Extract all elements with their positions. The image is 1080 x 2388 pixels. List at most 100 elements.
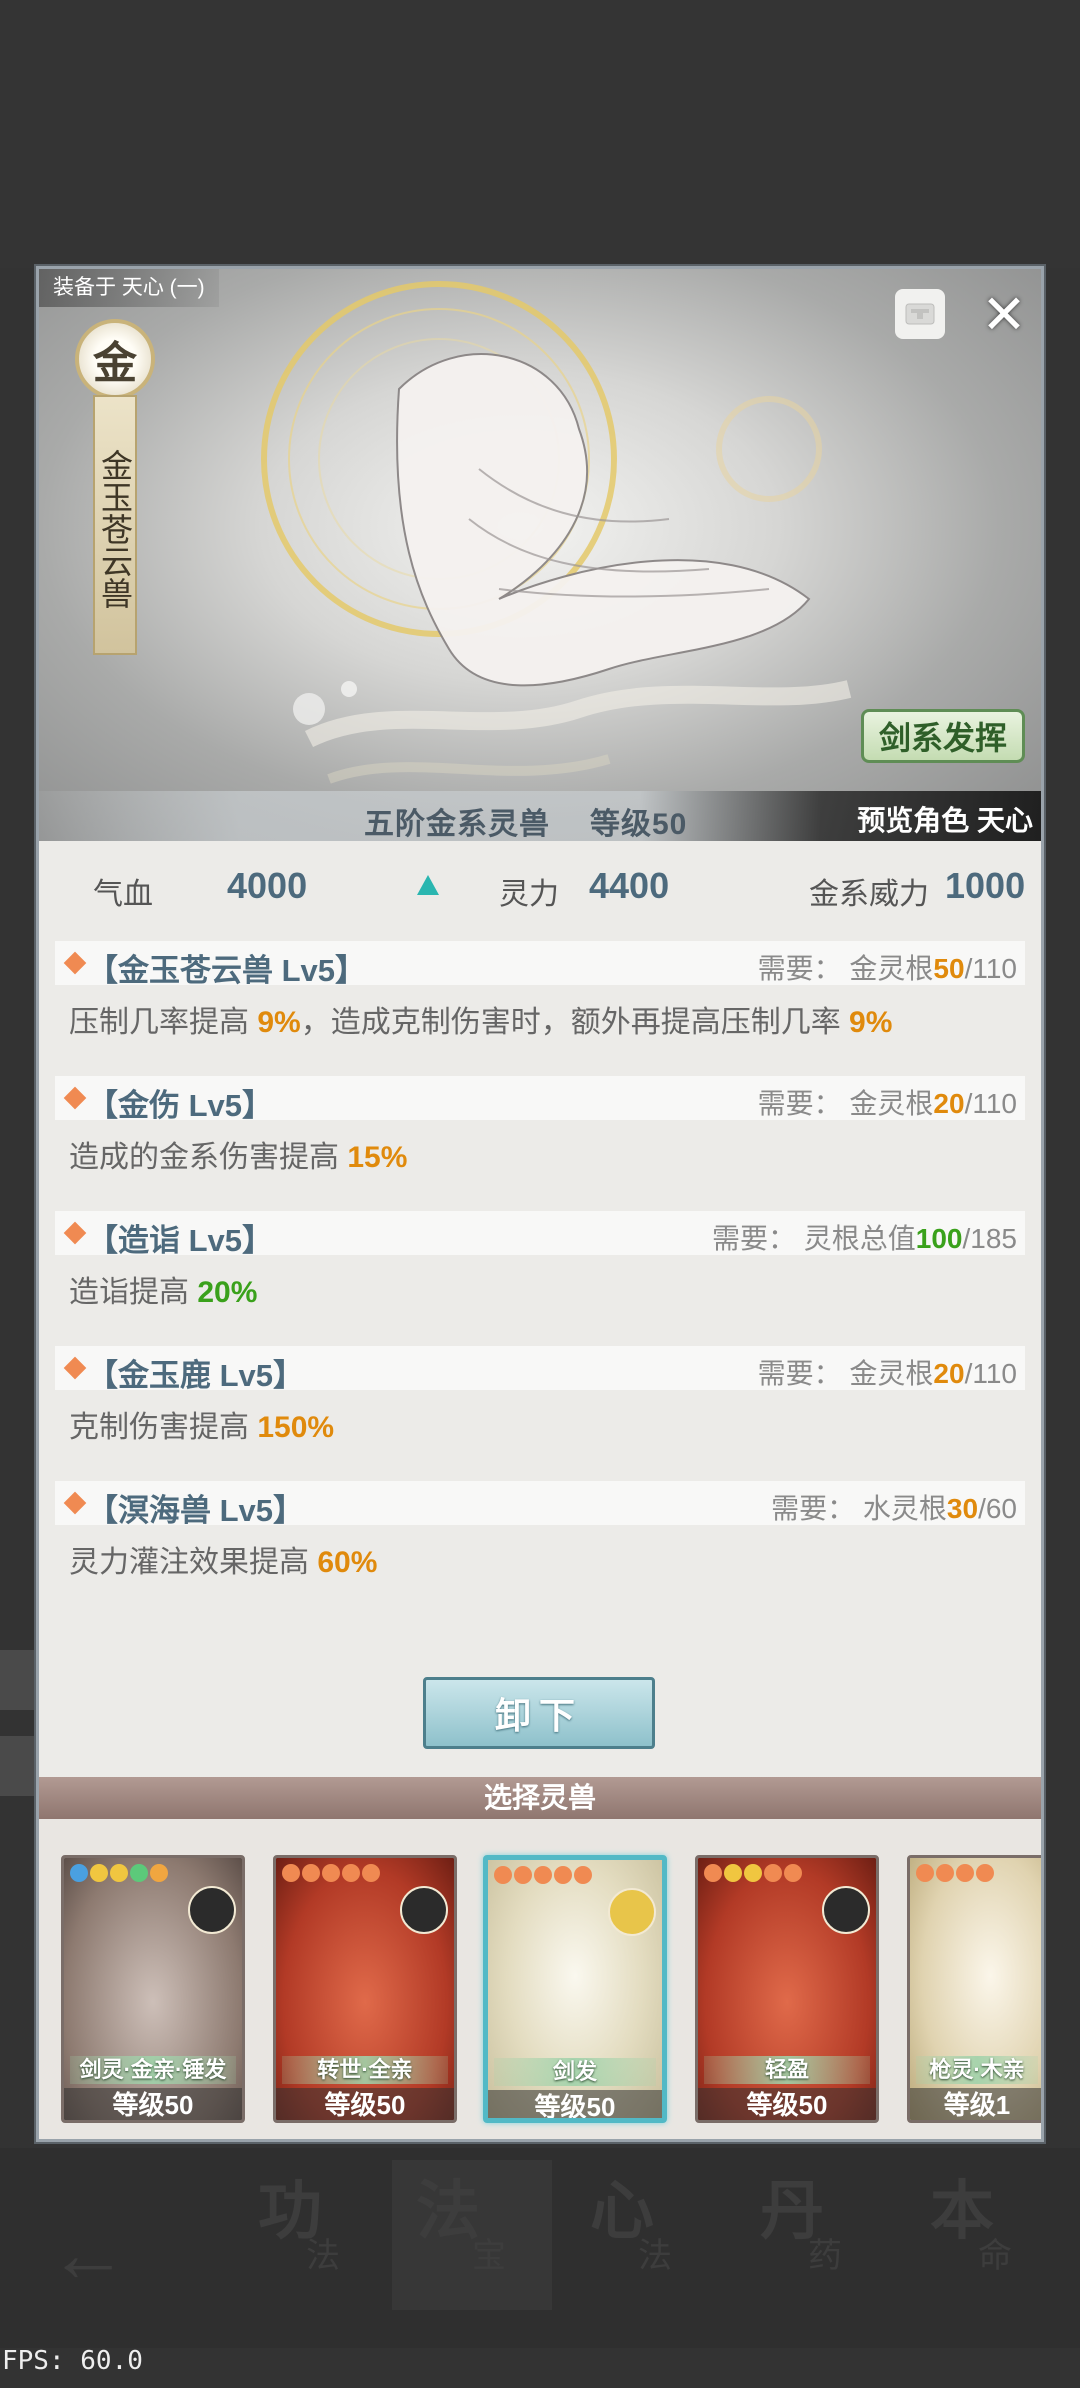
skill-name: 【金玉苍云兽 Lv5】 xyxy=(87,953,367,988)
card-stars xyxy=(494,1866,592,1884)
skill-requirement: 需要： 金灵根20/110 xyxy=(757,1358,1017,1389)
diamond-icon xyxy=(63,1221,87,1245)
skill-header: 【金玉鹿 Lv5】 需要： 金灵根20/110 xyxy=(55,1346,1025,1393)
nav-tab-benming[interactable]: 本 命 xyxy=(930,2160,1080,2310)
paw-icon xyxy=(514,1866,532,1884)
beast-illustration xyxy=(261,281,852,784)
skill-header: 【溟海兽 Lv5】 需要： 水灵根30/60 xyxy=(55,1481,1025,1528)
paw-icon xyxy=(554,1866,572,1884)
paw-icon xyxy=(110,1864,128,1882)
paw-icon xyxy=(282,1864,300,1882)
rank-level: 五阶金系灵兽 等级50 xyxy=(364,799,727,841)
nav-tab-danyao[interactable]: 丹 药 xyxy=(760,2160,920,2310)
skill-entry: 【造诣 Lv5】 需要： 灵根总值100/185 造诣提高 20% xyxy=(55,1211,1025,1311)
card-level: 等级50 xyxy=(276,2088,454,2120)
sword-style-button[interactable]: 剑系发挥 xyxy=(861,709,1025,763)
power-label: 金系威力 xyxy=(809,878,929,911)
card-title: 转世·全亲 xyxy=(282,2056,448,2084)
paw-icon xyxy=(534,1866,552,1884)
skill-entry: 【金玉苍云兽 Lv5】 需要： 金灵根50/110 压制几率提高 9%，造成克制… xyxy=(55,941,1025,1041)
skill-entry: 【金玉鹿 Lv5】 需要： 金灵根20/110 克制伤害提高 150% xyxy=(55,1346,1025,1446)
fps-counter: FPS: 60.0 xyxy=(2,2346,143,2376)
card-level: 等级50 xyxy=(64,2088,242,2120)
skill-name: 【金伤 Lv5】 xyxy=(87,1088,274,1123)
paw-icon xyxy=(130,1864,148,1882)
skill-description: 压制几率提高 9%，造成克制伤害时，额外再提高压制几率 9% xyxy=(69,1006,893,1039)
skill-header: 【金伤 Lv5】 需要： 金灵根20/110 xyxy=(55,1076,1025,1123)
card-stars xyxy=(704,1864,802,1882)
skill-entry: 【金伤 Lv5】 需要： 金灵根20/110 造成的金系伤害提高 15% xyxy=(55,1076,1025,1176)
paw-icon xyxy=(362,1864,380,1882)
skill-requirement: 需要： 水灵根30/60 xyxy=(771,1493,1017,1524)
diamond-icon xyxy=(63,1356,87,1380)
skill-name: 【溟海兽 Lv5】 xyxy=(87,1493,305,1528)
back-arrow-icon[interactable]: ← xyxy=(48,2208,128,2300)
spirit-triangle-icon xyxy=(417,875,439,895)
skill-name: 【造诣 Lv5】 xyxy=(87,1223,274,1258)
paw-icon xyxy=(936,1864,954,1882)
card-title: 剑发 xyxy=(494,2058,656,2086)
owner-avatar xyxy=(608,1888,656,1936)
background-panel-edge xyxy=(0,1736,40,1796)
beast-card[interactable]: 枪灵·木亲 等级1 xyxy=(907,1855,1041,2123)
skill-name: 【金玉鹿 Lv5】 xyxy=(87,1358,305,1393)
beast-level: 等级50 xyxy=(590,808,688,841)
nav-tab-glyph-small: 法 xyxy=(638,2236,672,2276)
hp-label: 气血 xyxy=(93,878,153,911)
owner-avatar xyxy=(822,1886,870,1934)
close-button[interactable]: ✕ xyxy=(979,285,1029,345)
beast-card-selected[interactable]: 剑发 等级50 xyxy=(483,1855,667,2123)
skill-header: 【金玉苍云兽 Lv5】 需要： 金灵根50/110 xyxy=(55,941,1025,988)
nav-tab-glyph-small: 药 xyxy=(808,2236,842,2276)
beast-detail-modal: 装备于 天心 (一) 金 金玉苍云兽 ✕ 剑系发挥 五阶金系灵兽 等级50 预览角… xyxy=(36,266,1044,2142)
diamond-icon xyxy=(63,1086,87,1110)
owner-avatar xyxy=(400,1886,448,1934)
skill-description: 灵力灌注效果提高 60% xyxy=(69,1546,378,1579)
hero-footer: 五阶金系灵兽 等级50 预览角色 天心 xyxy=(39,791,1041,841)
paw-icon xyxy=(956,1864,974,1882)
card-level: 等级50 xyxy=(488,2090,662,2118)
beast-card[interactable]: 转世·全亲 等级50 xyxy=(273,1855,457,2123)
paw-icon xyxy=(322,1864,340,1882)
power-value: 1000 xyxy=(945,865,1026,906)
paw-icon xyxy=(976,1864,994,1882)
element-badge: 金 金玉苍云兽 xyxy=(75,319,155,659)
beast-hero-panel: 装备于 天心 (一) 金 金玉苍云兽 ✕ 剑系发挥 五阶金系灵兽 等级50 预览角… xyxy=(39,269,1041,841)
paw-icon xyxy=(744,1864,762,1882)
skill-header: 【造诣 Lv5】 需要： 灵根总值100/185 xyxy=(55,1211,1025,1258)
card-title: 轻盈 xyxy=(704,2056,870,2084)
equipped-on-label: 装备于 天心 (一) xyxy=(39,269,219,307)
paw-icon xyxy=(704,1864,722,1882)
skill-description: 克制伤害提高 150% xyxy=(69,1411,335,1444)
nav-tab-xinfa[interactable]: 心 法 xyxy=(590,2160,750,2310)
nav-tab-glyph-small: 法 xyxy=(306,2236,340,2276)
skill-description: 造诣提高 20% xyxy=(69,1276,258,1309)
unequip-button[interactable]: 卸下 xyxy=(423,1677,655,1749)
preview-character[interactable]: 预览角色 天心 xyxy=(857,799,1033,839)
card-title: 枪灵·木亲 xyxy=(916,2056,1038,2084)
lock-button[interactable] xyxy=(895,289,945,339)
background-panel-edge xyxy=(0,1650,40,1710)
paw-icon xyxy=(302,1864,320,1882)
nav-tab-glyph-small: 命 xyxy=(978,2236,1012,2276)
close-icon: ✕ xyxy=(981,284,1027,345)
card-stars xyxy=(282,1864,380,1882)
paw-icon xyxy=(764,1864,782,1882)
paw-icon xyxy=(724,1864,742,1882)
paw-icon xyxy=(342,1864,360,1882)
skill-entry: 【溟海兽 Lv5】 需要： 水灵根30/60 灵力灌注效果提高 60% xyxy=(55,1481,1025,1581)
nav-tab-glyph-small: 宝 xyxy=(472,2236,506,2276)
beast-card[interactable]: 剑灵·金亲·锤发 等级50 xyxy=(61,1855,245,2123)
nav-tab-fabao[interactable]: 法 宝 xyxy=(392,2160,552,2310)
paw-icon xyxy=(784,1864,802,1882)
backdrop xyxy=(0,0,1080,268)
paw-icon xyxy=(494,1866,512,1884)
card-level: 等级1 xyxy=(910,2088,1041,2120)
spirit-value: 4400 xyxy=(589,865,670,906)
beast-name: 金玉苍云兽 xyxy=(93,395,137,655)
beast-card[interactable]: 轻盈 等级50 xyxy=(695,1855,879,2123)
skill-requirement: 需要： 灵根总值100/185 xyxy=(711,1223,1017,1254)
card-title: 剑灵·金亲·锤发 xyxy=(70,2056,236,2084)
beast-card-list[interactable]: 剑灵·金亲·锤发 等级50 转世·全亲 等级50 剑发 等级50 轻盈 等级50… xyxy=(39,1819,1041,2139)
paw-icon xyxy=(70,1864,88,1882)
